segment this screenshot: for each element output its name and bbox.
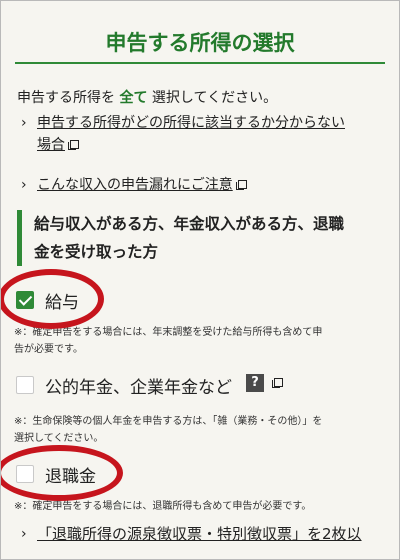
title-divider (15, 62, 385, 64)
highlight-circle-retirement (1, 445, 123, 501)
page-title: 申告する所得の選択 (105, 31, 295, 55)
external-link-icon (68, 140, 79, 150)
chevron-right-icon: › (21, 177, 27, 193)
pension-label[interactable]: 公的年金、企業年金など (45, 373, 232, 398)
link-withholding-slip-label: 「退職所得の源泉徴収票・特別徴収票」を2枚以 (37, 525, 362, 543)
link-withholding-slip[interactable]: › 「退職所得の源泉徴収票・特別徴収票」を2枚以 (21, 523, 391, 547)
intro-text: 申告する所得を 全て 選択してください。 (17, 90, 278, 106)
salary-note: ※：確定申告をする場合には、年末調整を受けた給与所得も含めて申 告が必要です。 (14, 327, 323, 355)
link-income-type-help-line2: 場合 (37, 137, 65, 153)
link-missed-income-warning-label: こんな収入の申告漏れにご注意 (37, 177, 233, 193)
section-heading: 給与収入がある方、年金収入がある方、退職 金を受け取った方 (17, 210, 377, 266)
intro-emphasis: 全て (119, 90, 148, 106)
help-icon[interactable]: ? (246, 374, 264, 392)
link-income-type-help[interactable]: › 申告する所得がどの所得に該当するか分からない 場合 (21, 112, 391, 160)
external-link-icon (235, 180, 247, 190)
highlight-circle-salary (1, 269, 104, 329)
external-link-icon[interactable] (272, 378, 283, 388)
pension-note: ※：生命保険等の個人年金を申告する方は、「雑（業務・その他）」を 選択してください… (14, 416, 323, 444)
page: 申告する所得の選択 申告する所得を 全て 選択してください。 › 申告する所得が… (0, 0, 400, 560)
link-income-type-help-line1: 申告する所得がどの所得に該当するか分からない (37, 115, 345, 131)
chevron-right-icon: › (21, 115, 27, 131)
pension-checkbox[interactable] (16, 376, 34, 394)
chevron-right-icon: › (21, 526, 27, 542)
link-missed-income-warning[interactable]: › こんな収入の申告漏れにご注意 (21, 174, 391, 196)
